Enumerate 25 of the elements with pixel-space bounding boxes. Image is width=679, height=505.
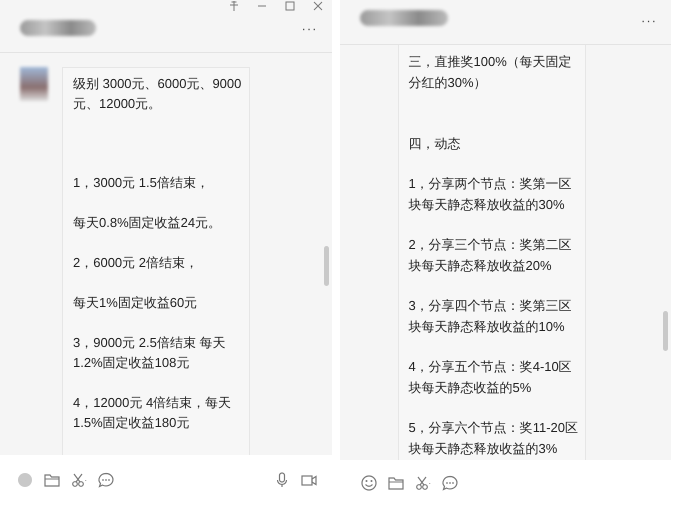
maximize-icon[interactable] [284,0,296,12]
message-text: 每天0.8%固定收益24元。 [73,214,222,232]
pin-icon[interactable] [228,0,240,12]
more-button[interactable]: ··· [302,21,318,36]
message-text: 4，分享五个节点：奖4-10区块每天静态收益的5% [408,358,573,397]
scrollbar[interactable] [324,246,328,286]
chat-icon[interactable] [440,474,458,492]
message-text: 级别 3000元、6000元、9000元、12000元。 [73,75,242,113]
message-text: 3，9000元 2.5倍结束 每天1.2%固定收益108元 [73,334,226,372]
message-text: 5，分享六个节点：奖11-20区块每天静态释放收益的3% [408,419,580,458]
smiley-icon[interactable] [360,474,378,492]
message-text: 4，12000元 4倍结束，每天1.5%固定收益180元 [73,394,232,432]
more-button[interactable]: ··· [641,13,657,28]
message-text: 2，6000元 2倍结束， [73,254,199,272]
message-text: 2，分享三个节点：奖第二区块每天静态释放收益20% [408,236,573,275]
message-text: 1，分享两个节点：奖第一区块每天静态释放收益的30% [408,175,573,214]
message-text: 每天1%固定收益60元 [73,294,198,312]
scrollbar[interactable] [663,310,668,351]
message-text: 三，直推奖100%（每天固定分红的30%） [408,53,573,92]
avatar[interactable] [20,67,48,101]
close-icon[interactable] [312,0,324,12]
message-text: 四，动态 [408,135,462,153]
chat-icon[interactable] [97,471,115,489]
message-text: 3，分享四个节点：奖第三区块每天静态释放收益的10% [408,297,573,336]
message-text: 1，3000元 1.5倍结束， [73,174,210,192]
